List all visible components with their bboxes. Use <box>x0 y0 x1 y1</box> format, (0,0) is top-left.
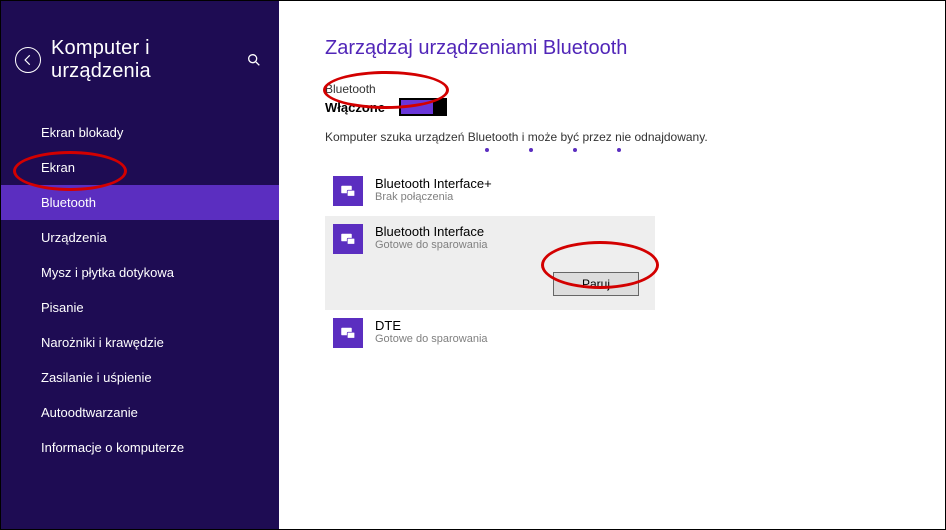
progress-dot <box>617 148 621 152</box>
device-row[interactable]: Bluetooth Interface+Brak połączenia <box>325 168 655 216</box>
progress-dot <box>573 148 577 152</box>
device-row[interactable]: Bluetooth InterfaceGotowe do sparowania P… <box>325 216 655 310</box>
main-panel: Zarządzaj urządzeniami Bluetooth Bluetoo… <box>279 1 945 529</box>
sidebar-item-1[interactable]: Ekran <box>1 150 279 185</box>
progress-dot <box>485 148 489 152</box>
device-status: Gotowe do sparowania <box>375 239 488 251</box>
bluetooth-toggle[interactable] <box>399 98 447 116</box>
pair-button[interactable]: Paruj <box>553 272 639 296</box>
back-button[interactable] <box>15 47 41 73</box>
search-button[interactable] <box>243 49 265 71</box>
sidebar-item-0[interactable]: Ekran blokady <box>1 115 279 150</box>
device-list: Bluetooth Interface+Brak połączeniaBluet… <box>325 168 655 358</box>
device-name: DTE <box>375 318 488 333</box>
bluetooth-toggle-state: Włączone <box>325 100 385 115</box>
search-icon <box>246 52 262 68</box>
device-status: Gotowe do sparowania <box>375 333 488 345</box>
device-icon <box>333 224 363 254</box>
bluetooth-toggle-label: Bluetooth <box>325 82 909 96</box>
sidebar-header: Komputer i urządzenia <box>1 1 279 109</box>
bluetooth-toggle-row: Włączone <box>325 98 909 116</box>
page-title: Zarządzaj urządzeniami Bluetooth <box>325 37 909 60</box>
device-status: Brak połączenia <box>375 191 492 203</box>
bluetooth-toggle-block: Bluetooth Włączone <box>325 82 909 116</box>
progress-dot <box>529 148 533 152</box>
sidebar-item-7[interactable]: Zasilanie i uśpienie <box>1 360 279 395</box>
sidebar-item-5[interactable]: Pisanie <box>1 290 279 325</box>
device-name: Bluetooth Interface <box>375 224 488 239</box>
sidebar-item-2[interactable]: Bluetooth <box>1 185 279 220</box>
sidebar-title: Komputer i urządzenia <box>51 37 243 83</box>
sidebar-item-3[interactable]: Urządzenia <box>1 220 279 255</box>
device-text: Bluetooth Interface+Brak połączenia <box>363 176 492 206</box>
sidebar-list: Ekran blokadyEkranBluetoothUrządzeniaMys… <box>1 109 279 465</box>
sidebar-item-4[interactable]: Mysz i płytka dotykowa <box>1 255 279 290</box>
device-text: DTEGotowe do sparowania <box>363 318 488 348</box>
progress-dots <box>325 148 909 152</box>
device-icon <box>333 318 363 348</box>
sidebar-item-8[interactable]: Autoodtwarzanie <box>1 395 279 430</box>
device-name: Bluetooth Interface+ <box>375 176 492 191</box>
sidebar-item-6[interactable]: Narożniki i krawędzie <box>1 325 279 360</box>
sidebar: Komputer i urządzenia Ekran blokadyEkran… <box>1 1 279 529</box>
device-icon <box>333 176 363 206</box>
device-row[interactable]: DTEGotowe do sparowania <box>325 310 655 358</box>
search-status-text: Komputer szuka urządzeń Bluetooth i może… <box>325 130 909 144</box>
device-text: Bluetooth InterfaceGotowe do sparowania <box>363 224 488 254</box>
toggle-handle <box>433 100 445 114</box>
sidebar-item-9[interactable]: Informacje o komputerze <box>1 430 279 465</box>
device-actions: Paruj <box>333 254 647 300</box>
arrow-left-icon <box>21 53 35 67</box>
